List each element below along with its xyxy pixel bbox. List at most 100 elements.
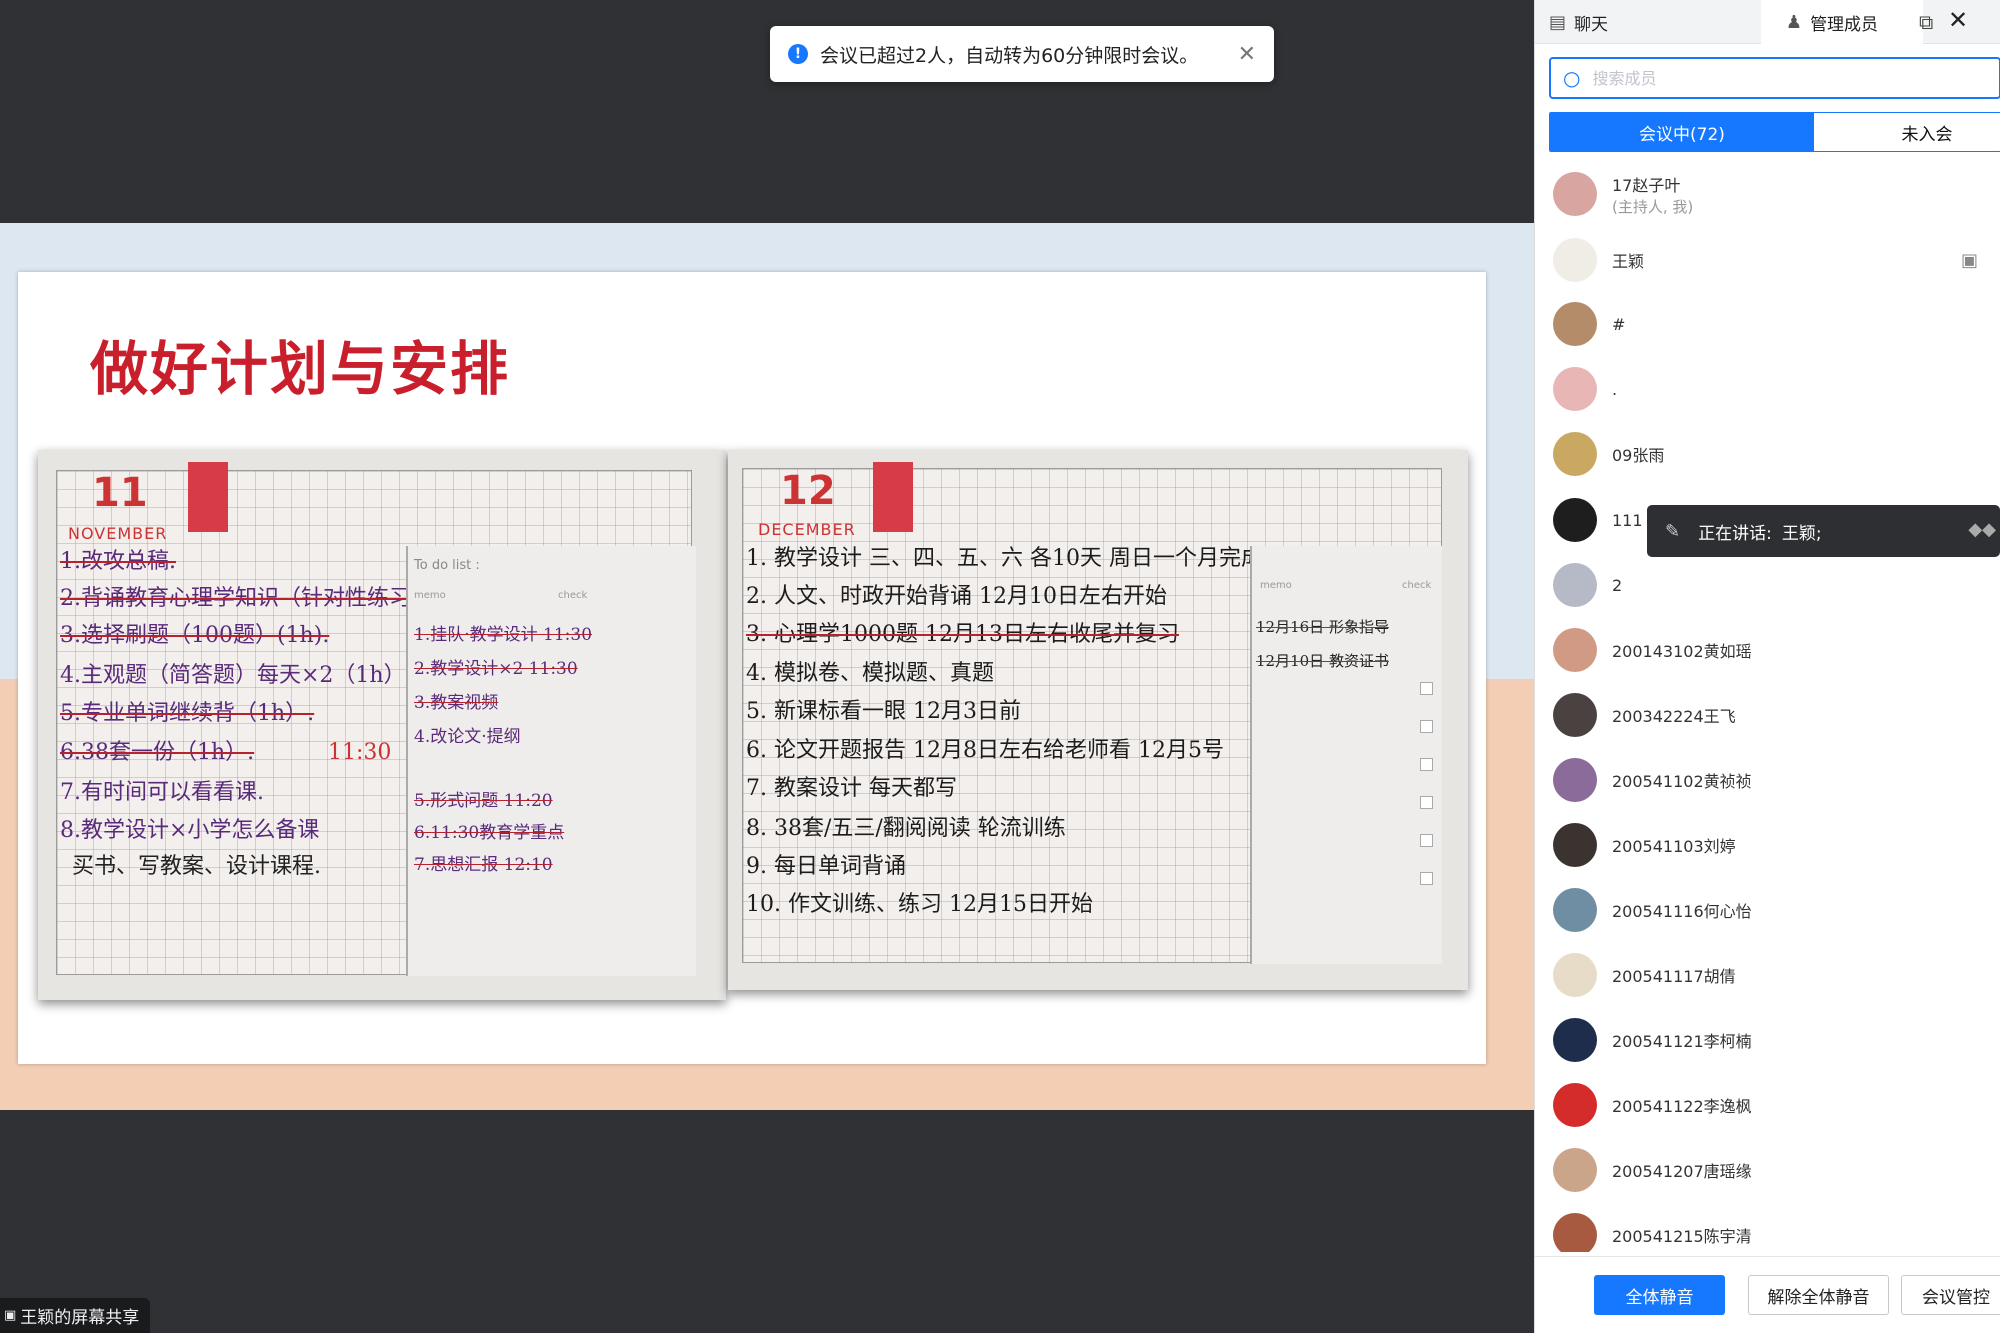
shared-screen: 做好计划与安排 11 NOVEMBER 1.改攻总稿. 2.背诵教育心理学知识（… bbox=[0, 0, 1534, 1333]
popout-icon[interactable]: ⧉ bbox=[1919, 10, 1933, 34]
member-name: . bbox=[1612, 379, 1618, 399]
member-row[interactable]: 200541102黄祯祯 bbox=[1535, 748, 2000, 812]
avatar bbox=[1553, 367, 1597, 411]
member-name: 200342224王飞 bbox=[1612, 707, 1736, 726]
member-row[interactable]: 200342224王飞 bbox=[1535, 683, 2000, 747]
list-item: 5.专业单词继续背（1h）. bbox=[60, 701, 315, 726]
list-item: 6.38套一份（1h）. bbox=[60, 740, 255, 765]
todo-item: 7.思想汇报 12:10 bbox=[414, 855, 553, 875]
avatar bbox=[1553, 693, 1597, 737]
checkbox bbox=[1420, 720, 1433, 733]
list-item: 8.教学设计×小学怎么备课 bbox=[60, 818, 320, 843]
checkbox bbox=[1420, 682, 1433, 695]
member-name: 200541207唐瑶缘 bbox=[1612, 1162, 1752, 1181]
avatar bbox=[1553, 953, 1597, 997]
member-row[interactable]: . bbox=[1535, 357, 2000, 421]
member-name-block: 200541121李柯楠 bbox=[1612, 1028, 1752, 1052]
checkbox bbox=[1420, 758, 1433, 771]
date-number: 12 bbox=[780, 468, 836, 514]
member-name-block: 200541122李逸枫 bbox=[1612, 1093, 1752, 1117]
member-list: 17赵子叶 (主持人, 我) 王颖 ▣ #. 09张雨 111 2 200143102黄如瑶 20… bbox=[1535, 162, 2000, 1252]
month-label: DECEMBER bbox=[758, 520, 856, 539]
close-icon[interactable]: ✕ bbox=[1948, 6, 1968, 34]
tab-members-label: 管理成员 bbox=[1810, 14, 1879, 35]
member-row[interactable]: 王颖 ▣ bbox=[1535, 228, 2000, 292]
list-item: 2. 人文、时政开始背诵 12月10日左右开始 bbox=[746, 584, 1167, 609]
member-name: 2 bbox=[1612, 575, 1623, 595]
tab-manage-members[interactable]: ♟ 管理成员 bbox=[1761, 0, 1923, 44]
audio-wave-icon: ◆◆ bbox=[1968, 519, 1996, 540]
avatar bbox=[1553, 628, 1597, 672]
meeting-control-button[interactable]: 会议管控 bbox=[1901, 1275, 2000, 1315]
list-item: 4. 模拟卷、模拟题、真题 bbox=[746, 661, 994, 686]
member-row[interactable]: 200541121李柯楠 bbox=[1535, 1008, 2000, 1072]
todo-list-label: To do list : bbox=[414, 558, 480, 573]
speaking-indicator: ✎ 正在讲话: 王颖; ◆◆ bbox=[1647, 505, 2000, 557]
avatar bbox=[1553, 1213, 1597, 1252]
member-search: ○ bbox=[1549, 57, 2000, 99]
member-row[interactable]: 200143102黄如瑶 bbox=[1535, 618, 2000, 682]
speaking-label: 正在讲话: bbox=[1698, 523, 1772, 544]
panel-tabs: ▤ 聊天 ♟ 管理成员 ⧉ ✕ bbox=[1535, 0, 2000, 44]
microphone-icon: ✎ bbox=[1665, 520, 1681, 542]
member-row[interactable]: 200541215陈宇清 bbox=[1535, 1203, 2000, 1252]
member-name: 200541116何心怡 bbox=[1612, 902, 1752, 921]
avatar bbox=[1553, 498, 1597, 542]
list-item: 10. 作文训练、练习 12月15日开始 bbox=[746, 892, 1093, 917]
member-name-block: . bbox=[1612, 380, 1617, 399]
red-tab bbox=[188, 462, 228, 532]
memo-label: memo bbox=[1260, 580, 1292, 591]
red-tab bbox=[873, 462, 913, 532]
todo-item: 2.教学设计×2 11:30 bbox=[414, 659, 578, 679]
list-item: 4.主观题（简答题）每天×2（1h）. bbox=[60, 663, 413, 688]
members-panel: ▤ 聊天 ♟ 管理成员 ⧉ ✕ ○ 会议中(72) 未入会 17赵子叶 (主持人,… bbox=[1534, 0, 2000, 1333]
member-row[interactable]: 17赵子叶 (主持人, 我) bbox=[1535, 162, 2000, 226]
member-row[interactable]: 200541117胡倩 bbox=[1535, 943, 2000, 1007]
member-role: (主持人, 我) bbox=[1612, 197, 1694, 216]
member-row[interactable]: 200541116何心怡 bbox=[1535, 878, 2000, 942]
check-label: check bbox=[1402, 580, 1432, 591]
members-icon: ♟ bbox=[1785, 11, 1803, 33]
member-name-block: 200541102黄祯祯 bbox=[1612, 768, 1752, 792]
member-name: 200541117胡倩 bbox=[1612, 967, 1736, 986]
member-row[interactable]: 200541207唐瑶缘 bbox=[1535, 1138, 2000, 1202]
member-name: 200541121李柯楠 bbox=[1612, 1032, 1752, 1051]
member-name-block: 200143102黄如瑶 bbox=[1612, 638, 1752, 662]
tab-in-meeting[interactable]: 会议中(72) bbox=[1550, 113, 1814, 151]
planner-photo-november: 11 NOVEMBER 1.改攻总稿. 2.背诵教育心理学知识（针对性练习）(2… bbox=[38, 450, 726, 1000]
tab-chat[interactable]: ▤ 聊天 bbox=[1549, 0, 1608, 44]
month-label: NOVEMBER bbox=[68, 524, 168, 543]
presentation-slide: 做好计划与安排 11 NOVEMBER 1.改攻总稿. 2.背诵教育心理学知识（… bbox=[18, 272, 1486, 1064]
speaking-name: 王颖; bbox=[1781, 523, 1822, 544]
member-row[interactable]: 09张雨 bbox=[1535, 422, 2000, 486]
member-name: 200541103刘婷 bbox=[1612, 837, 1736, 856]
search-input[interactable] bbox=[1592, 68, 1999, 88]
member-name-block: 09张雨 bbox=[1612, 442, 1664, 466]
mute-all-button[interactable]: 全体静音 bbox=[1594, 1275, 1725, 1315]
member-name: # bbox=[1612, 314, 1626, 334]
list-item: 7. 教案设计 每天都写 bbox=[746, 776, 957, 801]
member-row[interactable]: 2 bbox=[1535, 553, 2000, 617]
bottom-action-bar: 全体静音 解除全体静音 会议管控 bbox=[1535, 1256, 2000, 1333]
todo-item: 1.挂队·教学设计 11:30 bbox=[414, 625, 593, 645]
member-name: 111 bbox=[1612, 510, 1643, 530]
avatar bbox=[1553, 238, 1597, 282]
avatar bbox=[1553, 432, 1597, 476]
search-icon: ○ bbox=[1563, 66, 1581, 90]
todo-column: memo check 12月16日 形象指导 12月10日 教资证书 bbox=[1250, 546, 1442, 964]
member-row[interactable]: 200541103刘婷 bbox=[1535, 813, 2000, 877]
close-icon[interactable]: ✕ bbox=[1238, 42, 1256, 67]
member-row[interactable]: 200541122李逸枫 bbox=[1535, 1073, 2000, 1137]
check-label: check bbox=[558, 590, 588, 601]
member-row[interactable]: # bbox=[1535, 292, 2000, 356]
tab-chat-label: 聊天 bbox=[1574, 14, 1609, 35]
member-name-block: # bbox=[1612, 315, 1625, 334]
tab-not-joined[interactable]: 未入会 bbox=[1814, 113, 2000, 151]
list-item: 1. 教学设计 三、四、五、六 各10天 周日一个月完成五科 bbox=[746, 546, 1307, 571]
member-filter-tabs: 会议中(72) 未入会 bbox=[1549, 112, 2000, 152]
avatar bbox=[1553, 1018, 1597, 1062]
member-name-block: 200541215陈宇清 bbox=[1612, 1223, 1752, 1247]
unmute-all-button[interactable]: 解除全体静音 bbox=[1748, 1275, 1889, 1315]
chat-icon: ▤ bbox=[1549, 11, 1567, 33]
list-item: 6. 论文开题报告 12月8日左右给老师看 12月5号 bbox=[746, 738, 1224, 763]
